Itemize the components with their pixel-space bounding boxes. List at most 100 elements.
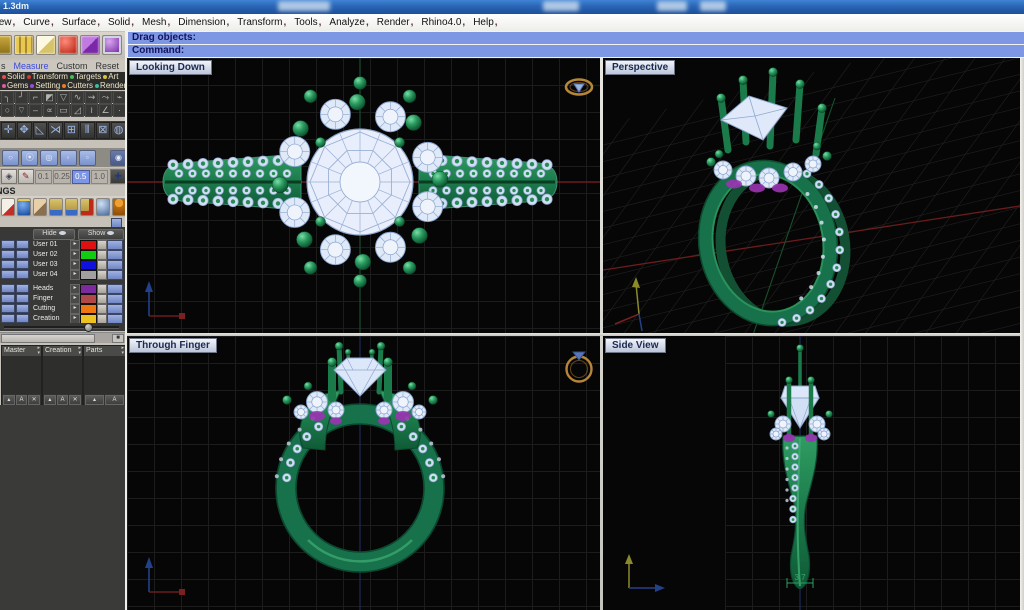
layer-name[interactable]: User 01 <box>33 240 69 249</box>
menu-view[interactable]: View <box>0 17 19 28</box>
viewport-label-perspective[interactable]: Perspective <box>605 60 675 75</box>
layer-toggle-button[interactable] <box>107 294 123 304</box>
layer-quick-row[interactable] <box>1 250 29 259</box>
menu-tools[interactable]: Tools <box>290 17 325 28</box>
layer-lock-button[interactable] <box>97 304 107 314</box>
clipped-icon[interactable] <box>0 35 12 55</box>
layer-name[interactable]: User 03 <box>33 260 69 269</box>
scrollbar-button[interactable]: ■ <box>112 334 124 343</box>
menu-render[interactable]: Render <box>373 17 418 28</box>
curve-tool-icon[interactable]: · <box>113 104 126 117</box>
category-render[interactable]: Render <box>100 81 125 90</box>
viewport-label-side-view[interactable]: Side View <box>605 338 666 353</box>
menu-dimension[interactable]: Dimension <box>174 17 233 28</box>
palette-arrows[interactable]: ▸▾ <box>121 346 124 356</box>
palette-arrows[interactable]: ▸▾ <box>78 346 81 356</box>
layer-color-swatch[interactable] <box>80 260 97 270</box>
curve-tool-icon[interactable]: ▭ <box>57 104 70 117</box>
curve-tool-icon[interactable]: ⤳ <box>99 91 112 104</box>
layer-lock-button[interactable] <box>97 284 107 294</box>
ring-model[interactable] <box>163 77 557 288</box>
category-targets[interactable]: Targets <box>75 72 101 81</box>
layer-expand-button[interactable]: ▸ <box>70 240 80 250</box>
layer-quick-row[interactable] <box>1 314 29 323</box>
layer-expand-button[interactable]: ▸ <box>70 304 80 314</box>
layer-lock-button[interactable] <box>97 294 107 304</box>
layer-color-swatch[interactable] <box>80 270 97 280</box>
menu-surface[interactable]: Surface <box>58 17 104 28</box>
viewport-side-view[interactable]: Side View 3.7 <box>603 336 1020 610</box>
curve-tool-icon[interactable]: ╮ <box>1 91 14 104</box>
transform-tool-icon[interactable]: ⫴ <box>80 122 95 139</box>
option-button[interactable]: ◉ <box>110 150 127 166</box>
pages-icon[interactable] <box>36 35 56 55</box>
layer-toggle-button[interactable] <box>107 260 123 270</box>
curve-tool-icon[interactable]: ▽ <box>57 91 70 104</box>
red-sphere-icon[interactable] <box>58 35 78 55</box>
menu-solid[interactable]: Solid <box>104 17 138 28</box>
palette-list[interactable] <box>84 356 125 394</box>
palette-delete-button[interactable]: ✕ <box>69 395 81 405</box>
transform-tool-icon[interactable]: ⊠ <box>96 122 111 139</box>
option-button[interactable]: ○ <box>2 150 19 166</box>
layer-color-swatch[interactable] <box>80 304 97 314</box>
person-icon[interactable] <box>112 198 126 216</box>
curve-tool-icon[interactable]: – <box>29 104 42 117</box>
option-button[interactable]: ⦿ <box>21 150 38 166</box>
viewport-through-finger[interactable]: Through Finger <box>127 336 600 610</box>
layer-quick-row[interactable] <box>1 260 29 269</box>
layer-quick-row[interactable] <box>1 240 29 249</box>
layer-color-swatch[interactable] <box>80 284 97 294</box>
palette-up-button[interactable]: ▴ <box>85 395 104 405</box>
curve-tool-icon[interactable]: ⇝ <box>85 91 98 104</box>
curve-tool-icon[interactable]: ⌁ <box>113 91 126 104</box>
category-solid[interactable]: Solid <box>7 72 25 81</box>
ring-model[interactable] <box>768 345 833 590</box>
folder-blue-icon[interactable] <box>65 198 79 216</box>
menu-curve[interactable]: Curve <box>19 17 57 28</box>
transform-tool-icon[interactable]: ✥ <box>17 122 32 139</box>
layer-name[interactable]: Creation <box>33 314 69 323</box>
menu-analyze[interactable]: Analyze <box>325 17 372 28</box>
command-history-line[interactable]: Drag objects: <box>128 32 1024 44</box>
snap-0.5[interactable]: 0.5 <box>72 170 90 184</box>
menu-transform[interactable]: Transform <box>233 17 290 28</box>
palette-apply-button[interactable]: A <box>16 395 28 405</box>
menu-rhino40[interactable]: Rhino4.0 <box>417 17 469 28</box>
snap-1.0[interactable]: 1.0 <box>91 170 109 184</box>
gem-sphere-icon[interactable] <box>102 35 122 55</box>
layer-quick-row[interactable] <box>1 270 29 279</box>
layer-name[interactable]: Heads <box>33 284 69 293</box>
palette-list[interactable] <box>2 356 41 394</box>
transform-tool-icon[interactable]: ◺ <box>33 122 48 139</box>
palette-up-button[interactable]: ▴ <box>3 395 15 405</box>
curve-tool-icon[interactable]: ╯ <box>15 91 28 104</box>
transform-tool-icon[interactable]: ⊞ <box>64 122 79 139</box>
hand-pen-icon[interactable] <box>33 198 47 216</box>
layer-expand-button[interactable]: ▸ <box>70 270 80 280</box>
layer-color-swatch[interactable] <box>80 250 97 260</box>
window-titlebar[interactable]: 1.3dm <box>0 0 1024 14</box>
layer-lock-button[interactable] <box>97 260 107 270</box>
purple-cube-icon[interactable] <box>80 35 100 55</box>
paintbrush-icon[interactable] <box>1 198 15 216</box>
tab-reset[interactable]: Reset <box>92 61 126 71</box>
globe-icon[interactable] <box>17 198 31 216</box>
tab-clipped[interactable]: s <box>0 61 10 71</box>
layer-name[interactable]: User 04 <box>33 270 69 279</box>
curve-tool-icon[interactable]: ⌔ <box>15 104 28 117</box>
layer-quick-row[interactable] <box>1 284 29 293</box>
grid-gold-icon[interactable] <box>14 35 34 55</box>
curve-tool-icon[interactable]: ○ <box>1 104 14 117</box>
layer-lock-button[interactable] <box>97 250 107 260</box>
show-button[interactable]: Show <box>78 229 124 240</box>
panel-scrollbar[interactable]: ■ <box>0 332 125 343</box>
layer-toggle-button[interactable] <box>107 240 123 250</box>
tab-measure[interactable]: Measure <box>10 61 53 71</box>
viewport-label-through-finger[interactable]: Through Finger <box>129 338 217 353</box>
viewport-perspective[interactable]: Perspective <box>603 58 1020 333</box>
transform-tool-icon[interactable]: ⋊ <box>48 122 63 139</box>
option-button[interactable]: ◦ <box>60 150 77 166</box>
command-prompt-line[interactable]: Command: <box>128 45 1024 57</box>
layer-toggle-button[interactable] <box>107 270 123 280</box>
